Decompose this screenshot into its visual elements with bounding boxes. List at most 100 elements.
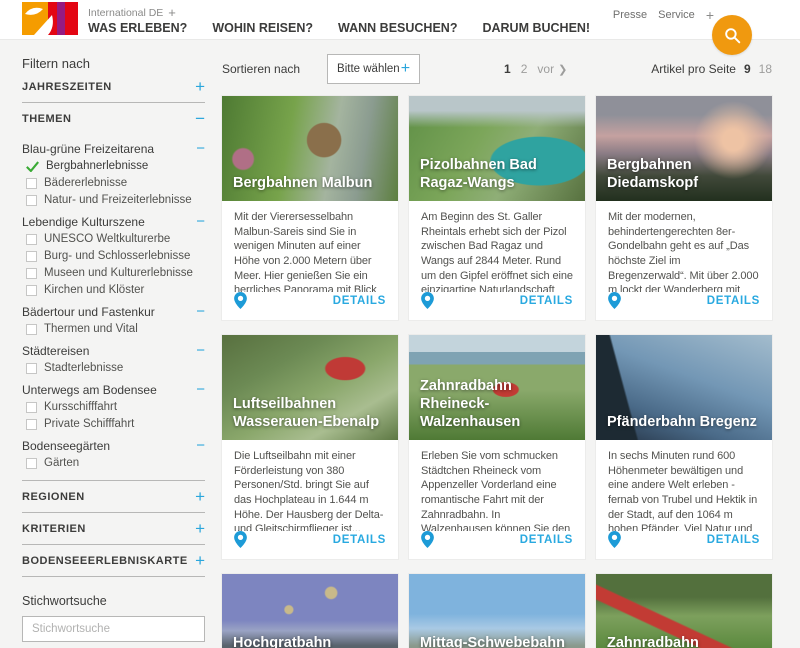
section-kriterien[interactable]: KRITERIEN + [22, 513, 205, 544]
card-photo: Pizolbahnen Bad Ragaz-Wangs [409, 96, 585, 201]
checkbox-icon [26, 234, 37, 245]
result-card-diedamskopf[interactable]: Bergbahnen Diedamskopf Mit der modernen,… [596, 96, 772, 320]
location-pin-icon[interactable] [421, 531, 434, 548]
details-link[interactable]: DETAILS [333, 534, 386, 546]
result-card-pfaenderbahn[interactable]: Pfänderbahn Bregenz In sechs Minuten run… [596, 335, 772, 559]
location-pin-icon[interactable] [421, 292, 434, 309]
checkbox-thermen-vital[interactable]: Thermen und Vital [26, 322, 205, 336]
checkbox-private-schifffahrt[interactable]: Private Schifffahrt [26, 417, 205, 431]
group-unterwegs-am-bodensee[interactable]: Unterwegs am Bodensee − [22, 383, 205, 397]
locale-switcher[interactable]: International DE + [88, 5, 176, 20]
result-card-pizolbahnen[interactable]: Pizolbahnen Bad Ragaz-Wangs Am Beginn de… [409, 96, 585, 320]
card-title: Zahnradbahn Rheineck-Walzenhausen [420, 377, 577, 431]
card-title: Hochgratbahn Oberstaufen-Steibis [233, 634, 390, 648]
checkbox-burg-schlosserlebnisse[interactable]: Burg- und Schlosserlebnisse [26, 249, 205, 263]
page-1[interactable]: 1 [504, 62, 511, 76]
checkbox-icon [26, 363, 37, 374]
minus-icon: − [196, 441, 205, 451]
section-bodenseeerlebniskarte[interactable]: BODENSEEERLEBNISKARTE + [22, 545, 205, 576]
bodensee-logo-icon[interactable] [22, 2, 78, 35]
section-jahreszeiten[interactable]: JAHRESZEITEN + [22, 71, 205, 102]
card-description: Am Beginn des St. Galler Rheintals erheb… [409, 201, 585, 292]
result-card-wasserauen-ebenalp[interactable]: Luftseilbahnen Wasserauen-Ebenalp Die Lu… [222, 335, 398, 559]
location-pin-icon[interactable] [234, 292, 247, 309]
page-2[interactable]: 2 [521, 62, 528, 76]
checkbox-kursschifffahrt[interactable]: Kursschifffahrt [26, 400, 205, 414]
nav-wohin-reisen[interactable]: WOHIN REISEN? [212, 21, 313, 35]
location-pin-icon[interactable] [608, 531, 621, 548]
checkbox-natur-freizeiterlebnisse[interactable]: Natur- und Freizeiterlebnisse [26, 193, 205, 207]
sort-dropdown[interactable]: Bitte wählen + [327, 54, 420, 84]
card-description: Erleben Sie vom schmucken Städtchen Rhei… [409, 440, 585, 531]
checkbox-icon [26, 458, 37, 469]
checkmark-icon [26, 161, 39, 172]
minus-icon: − [196, 385, 205, 395]
checkbox-gaerten[interactable]: Gärten [26, 456, 205, 470]
group-staedtereisen[interactable]: Städtereisen − [22, 344, 205, 358]
group-blau-gruene-freizeitarena[interactable]: Blau-grüne Freizeitarena − [22, 142, 205, 156]
per-page-label: Artikel pro Seite [651, 62, 736, 76]
result-card-hochgratbahn[interactable]: Hochgratbahn Oberstaufen-Steibis DETAILS [222, 574, 398, 648]
group-baedertour-fastenkur[interactable]: Bädertour und Fastenkur − [22, 305, 205, 319]
card-title: Bergbahnen Malbun [233, 174, 390, 192]
card-photo: Bergbahnen Malbun [222, 96, 398, 201]
checkbox-icon [26, 268, 37, 279]
card-photo: Zahnradbahn Rheineck-Walzenhausen [409, 335, 585, 440]
details-link[interactable]: DETAILS [520, 295, 573, 307]
per-page-control: Artikel pro Seite 9 18 [651, 62, 772, 76]
filter-sidebar: Filtern nach JAHRESZEITEN + THEMEN − Bla… [22, 40, 205, 648]
card-description: In sechs Minuten rund 600 Höhenmeter bew… [596, 440, 772, 531]
checkbox-icon [26, 324, 37, 335]
checkbox-bergbahnerlebnisse[interactable]: Bergbahnerlebnisse [26, 159, 205, 173]
section-regionen[interactable]: REGIONEN + [22, 481, 205, 512]
checkbox-baedererlebnisse[interactable]: Bädererlebnisse [26, 176, 205, 190]
meta-service[interactable]: Service [658, 9, 695, 21]
card-photo: Luftseilbahnen Wasserauen-Ebenalp [222, 335, 398, 440]
results-toolbar: Sortieren nach Bitte wählen + 1 2 vor ❯ … [222, 54, 772, 84]
per-page-9[interactable]: 9 [744, 62, 751, 76]
minus-icon: − [196, 144, 205, 154]
per-page-18[interactable]: 18 [759, 62, 772, 76]
nav-darum-buchen[interactable]: DARUM BUCHEN! [482, 21, 590, 35]
keyword-search-input[interactable] [22, 616, 205, 642]
checkbox-unesco-weltkulturerbe[interactable]: UNESCO Weltkulturerbe [26, 232, 205, 246]
result-card-bergbahnen-malbun[interactable]: Bergbahnen Malbun Mit der Vierersesselba… [222, 96, 398, 320]
details-link[interactable]: DETAILS [707, 534, 760, 546]
meta-presse[interactable]: Presse [613, 9, 647, 21]
checkbox-icon [26, 419, 37, 430]
card-photo: Zahnradbahn Rorschach-Heiden [596, 574, 772, 648]
next-page-link[interactable]: vor ❯ [537, 62, 567, 76]
nav-was-erleben[interactable]: WAS ERLEBEN? [88, 21, 187, 35]
results-area: Sortieren nach Bitte wählen + 1 2 vor ❯ … [222, 40, 772, 648]
locale-label: International DE [88, 7, 163, 19]
details-link[interactable]: DETAILS [520, 534, 573, 546]
search-button[interactable] [712, 15, 752, 55]
result-card-mittag-schwebebahn[interactable]: Mittag-Schwebebahn Immenstadt DETAILS [409, 574, 585, 648]
card-description: Mit der Vierersesselbahn Malbun-Sareis s… [222, 201, 398, 292]
card-photo: Hochgratbahn Oberstaufen-Steibis [222, 574, 398, 648]
plus-icon: + [195, 524, 205, 534]
details-link[interactable]: DETAILS [333, 295, 386, 307]
main-nav: WAS ERLEBEN? WOHIN REISEN? WANN BESUCHEN… [88, 21, 590, 35]
card-photo: Pfänderbahn Bregenz [596, 335, 772, 440]
location-pin-icon[interactable] [234, 531, 247, 548]
result-card-rheineck-walzenhausen[interactable]: Zahnradbahn Rheineck-Walzenhausen Erlebe… [409, 335, 585, 559]
plus-icon: + [706, 7, 714, 23]
group-bodenseegaerten[interactable]: Bodenseegärten − [22, 439, 205, 453]
card-description: Die Luftseilbahn mit einer Förderleistun… [222, 440, 398, 531]
card-title: Mittag-Schwebebahn Immenstadt [420, 634, 577, 648]
details-link[interactable]: DETAILS [707, 295, 760, 307]
plus-icon: + [195, 556, 205, 566]
keyword-search-label: Stichwortsuche [22, 594, 205, 608]
nav-wann-besuchen[interactable]: WANN BESUCHEN? [338, 21, 457, 35]
minus-icon: − [196, 346, 205, 356]
checkbox-stadterlebnisse[interactable]: Stadterlebnisse [26, 361, 205, 375]
group-lebendige-kulturszene[interactable]: Lebendige Kulturszene − [22, 215, 205, 229]
filter-title: Filtern nach [22, 56, 205, 71]
location-pin-icon[interactable] [608, 292, 621, 309]
section-themen[interactable]: THEMEN − [22, 103, 205, 134]
checkbox-museen-kulturerlebnisse[interactable]: Museen und Kulturerlebnisse [26, 266, 205, 280]
minus-icon: − [196, 217, 205, 227]
result-card-rorschach-heiden[interactable]: Zahnradbahn Rorschach-Heiden DETAILS [596, 574, 772, 648]
checkbox-kirchen-kloester[interactable]: Kirchen und Klöster [26, 283, 205, 297]
